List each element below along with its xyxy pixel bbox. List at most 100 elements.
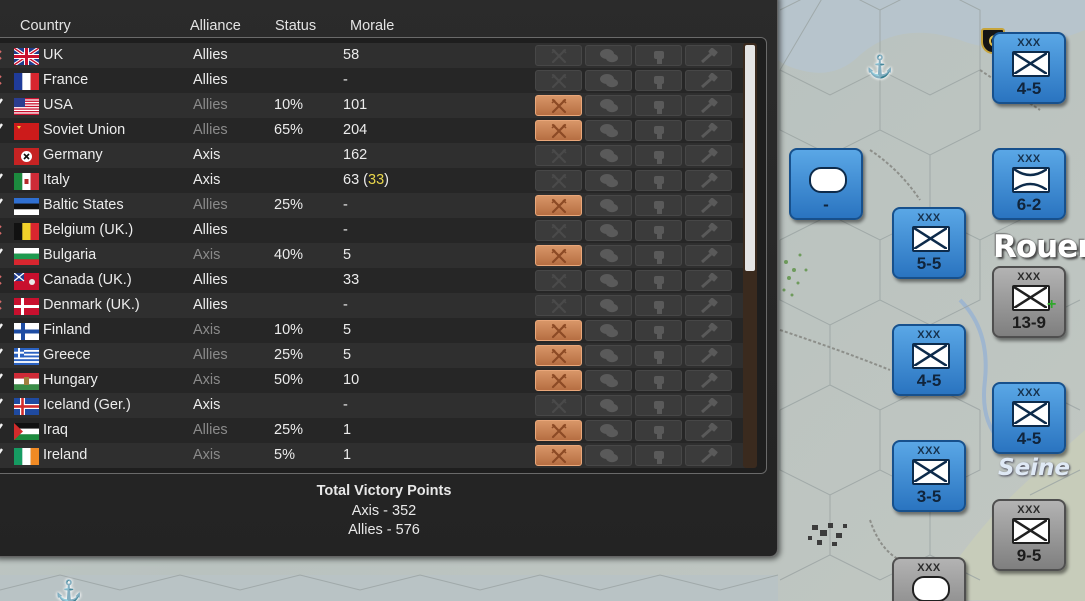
crossed-rifles-button[interactable]: [535, 95, 582, 116]
port-anchor-icon[interactable]: ⚓: [866, 54, 893, 80]
crossed-rifles-button[interactable]: [535, 270, 582, 291]
speech-bubbles-button[interactable]: [585, 370, 632, 391]
hammer-button[interactable]: [685, 120, 732, 141]
country-list[interactable]: UK Allies 58 France Allies - USA Allies 10% 101 So…: [0, 37, 767, 474]
hammer-button[interactable]: [685, 345, 732, 366]
fist-button[interactable]: [635, 245, 682, 266]
crossed-rifles-button[interactable]: [535, 70, 582, 91]
crossed-rifles-button[interactable]: [535, 420, 582, 441]
crossed-rifles-button[interactable]: [535, 370, 582, 391]
unit-counter[interactable]: XXX 6-2: [992, 148, 1066, 220]
country-row-baltic-states[interactable]: Baltic States Allies 25% -: [0, 193, 750, 218]
fist-button[interactable]: [635, 420, 682, 441]
speech-bubbles-button[interactable]: [585, 120, 632, 141]
fist-button[interactable]: [635, 120, 682, 141]
country-row-italy[interactable]: Italy Axis 63 (33): [0, 168, 750, 193]
hammer-button[interactable]: [685, 70, 732, 91]
crossed-rifles-button[interactable]: [535, 45, 582, 66]
speech-bubbles-button[interactable]: [585, 245, 632, 266]
crossed-rifles-button[interactable]: [535, 320, 582, 341]
hammer-button[interactable]: [685, 445, 732, 466]
crossed-rifles-button[interactable]: [535, 345, 582, 366]
crossed-rifles-button[interactable]: [535, 245, 582, 266]
fist-button[interactable]: [635, 445, 682, 466]
unit-counter[interactable]: XXX 4-5: [892, 324, 966, 396]
hammer-button[interactable]: [685, 295, 732, 316]
country-row-canada-uk[interactable]: Canada (UK.) Allies 33: [0, 268, 750, 293]
column-header-country[interactable]: Country: [20, 18, 71, 34]
fist-button[interactable]: [635, 395, 682, 416]
speech-bubbles-button[interactable]: [585, 95, 632, 116]
fist-button[interactable]: [635, 170, 682, 191]
fist-button[interactable]: [635, 195, 682, 216]
country-row-uk[interactable]: UK Allies 58: [0, 43, 750, 68]
fist-button[interactable]: [635, 145, 682, 166]
unit-counter[interactable]: XXX 5-5: [892, 207, 966, 279]
speech-bubbles-button[interactable]: [585, 45, 632, 66]
country-row-iceland-ger[interactable]: Iceland (Ger.) Axis -: [0, 393, 750, 418]
scrollbar-thumb[interactable]: [745, 45, 755, 271]
port-anchor-icon[interactable]: ⚓: [55, 579, 82, 601]
hammer-button[interactable]: [685, 395, 732, 416]
unit-counter[interactable]: XXX: [892, 557, 966, 601]
speech-bubbles-button[interactable]: [585, 195, 632, 216]
column-header-alliance[interactable]: Alliance: [190, 18, 241, 34]
crossed-rifles-button[interactable]: [535, 295, 582, 316]
unit-counter[interactable]: XXX 4-5: [992, 382, 1066, 454]
country-row-finland[interactable]: Finland Axis 10% 5: [0, 318, 750, 343]
fist-button[interactable]: [635, 345, 682, 366]
speech-bubbles-button[interactable]: [585, 295, 632, 316]
fist-button[interactable]: [635, 95, 682, 116]
fist-button[interactable]: [635, 70, 682, 91]
column-header-morale[interactable]: Morale: [350, 18, 394, 34]
country-row-bulgaria[interactable]: Bulgaria Axis 40% 5: [0, 243, 750, 268]
unit-counter[interactable]: XXX 9-5: [992, 499, 1066, 571]
hammer-button[interactable]: [685, 320, 732, 341]
speech-bubbles-button[interactable]: [585, 70, 632, 91]
speech-bubbles-button[interactable]: [585, 320, 632, 341]
country-row-hungary[interactable]: Hungary Axis 50% 10: [0, 368, 750, 393]
fist-button[interactable]: [635, 45, 682, 66]
hammer-button[interactable]: [685, 45, 732, 66]
country-row-france[interactable]: France Allies -: [0, 68, 750, 93]
country-row-ireland[interactable]: Ireland Axis 5% 1: [0, 443, 750, 468]
hammer-button[interactable]: [685, 220, 732, 241]
crossed-rifles-button[interactable]: [535, 445, 582, 466]
country-row-denmark-uk[interactable]: Denmark (UK.) Allies -: [0, 293, 750, 318]
crossed-rifles-button[interactable]: [535, 195, 582, 216]
speech-bubbles-button[interactable]: [585, 445, 632, 466]
hammer-button[interactable]: [685, 195, 732, 216]
country-row-germany[interactable]: Germany Axis 162: [0, 143, 750, 168]
speech-bubbles-button[interactable]: [585, 270, 632, 291]
unit-counter[interactable]: XXX + 13-9: [992, 266, 1066, 338]
fist-button[interactable]: [635, 220, 682, 241]
country-row-usa[interactable]: USA Allies 10% 101: [0, 93, 750, 118]
speech-bubbles-button[interactable]: [585, 420, 632, 441]
country-row-belgium-uk[interactable]: Belgium (UK.) Allies -: [0, 218, 750, 243]
country-row-soviet-union[interactable]: Soviet Union Allies 65% 204: [0, 118, 750, 143]
hammer-button[interactable]: [685, 95, 732, 116]
speech-bubbles-button[interactable]: [585, 145, 632, 166]
fist-button[interactable]: [635, 295, 682, 316]
country-row-iraq[interactable]: Iraq Allies 25% 1: [0, 418, 750, 443]
fist-button[interactable]: [635, 370, 682, 391]
unit-counter[interactable]: XXX 4-5: [992, 32, 1066, 104]
speech-bubbles-button[interactable]: [585, 345, 632, 366]
crossed-rifles-button[interactable]: [535, 170, 582, 191]
hammer-button[interactable]: [685, 145, 732, 166]
crossed-rifles-button[interactable]: [535, 395, 582, 416]
unit-counter[interactable]: XXX 3-5: [892, 440, 966, 512]
column-header-status[interactable]: Status: [275, 18, 316, 34]
speech-bubbles-button[interactable]: [585, 395, 632, 416]
hammer-button[interactable]: [685, 170, 732, 191]
hammer-button[interactable]: [685, 270, 732, 291]
speech-bubbles-button[interactable]: [585, 170, 632, 191]
crossed-rifles-button[interactable]: [535, 145, 582, 166]
hammer-button[interactable]: [685, 420, 732, 441]
crossed-rifles-button[interactable]: [535, 120, 582, 141]
country-row-greece[interactable]: Greece Allies 25% 5: [0, 343, 750, 368]
fist-button[interactable]: [635, 320, 682, 341]
fist-button[interactable]: [635, 270, 682, 291]
hammer-button[interactable]: [685, 370, 732, 391]
speech-bubbles-button[interactable]: [585, 220, 632, 241]
